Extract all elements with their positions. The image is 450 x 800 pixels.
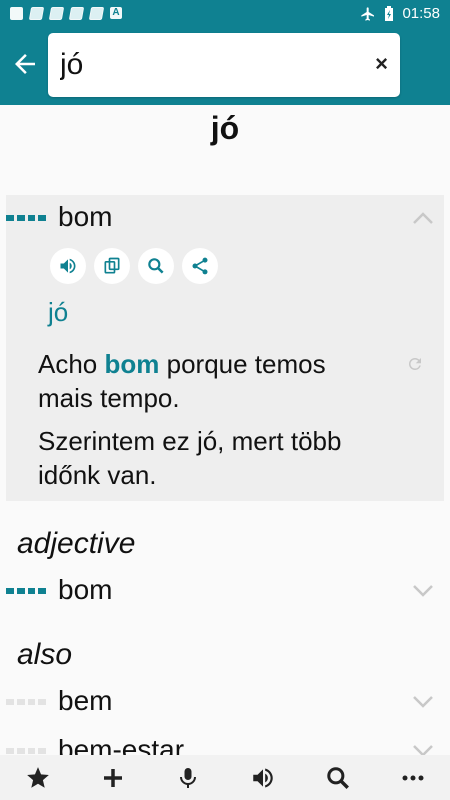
example-text-pre: Acho: [38, 349, 105, 379]
entry-word[interactable]: bom: [58, 201, 112, 233]
microphone-icon: [179, 767, 196, 788]
book-icon: [48, 7, 65, 20]
pronounce-button[interactable]: [50, 248, 86, 284]
example-highlight: bom: [104, 349, 160, 379]
font-icon: A: [110, 7, 122, 19]
speaker-icon: [60, 258, 76, 274]
copy-button[interactable]: [94, 248, 130, 284]
chevron-down-icon[interactable]: [412, 584, 434, 598]
refresh-icon[interactable]: [406, 355, 424, 373]
battery-charging-icon: [385, 5, 394, 21]
pronounce-all-button[interactable]: [248, 763, 278, 793]
chevron-up-icon[interactable]: [412, 211, 434, 225]
frequency-indicator: [6, 748, 46, 754]
book-icon: [68, 7, 85, 20]
page-title: jó: [210, 110, 240, 146]
plus-icon: [103, 768, 122, 787]
frequency-indicator: [6, 699, 46, 705]
airplane-icon: [361, 6, 375, 21]
status-bar: A 01:58: [0, 0, 450, 27]
book-icon: [88, 7, 105, 20]
clear-icon[interactable]: ×: [375, 51, 388, 77]
search-icon: [148, 258, 164, 274]
bottom-toolbar: [0, 755, 450, 800]
entry-actions: [50, 248, 218, 284]
example-translation: Szerintem ez jó, mert több időnk van.: [38, 426, 342, 490]
copy-icon: [104, 257, 120, 274]
back-arrow-icon[interactable]: [10, 49, 40, 79]
search-box[interactable]: ×: [48, 33, 400, 97]
search-entry-button[interactable]: [138, 248, 174, 284]
book-icon: [28, 7, 45, 20]
list-item-word[interactable]: bem: [58, 685, 112, 717]
status-time: 01:58: [402, 5, 440, 22]
chevron-down-icon[interactable]: [412, 695, 434, 709]
favorites-button[interactable]: [23, 763, 53, 793]
voice-input-button[interactable]: [173, 763, 203, 793]
search-button[interactable]: [323, 763, 353, 793]
speaker-icon: [252, 767, 273, 788]
more-icon: [402, 775, 423, 780]
app-bar: ×: [0, 27, 450, 105]
notification-icons: A: [10, 7, 122, 20]
list-item-word[interactable]: bom: [58, 574, 112, 606]
image-icon: [10, 7, 23, 20]
frequency-indicator: [6, 588, 46, 594]
more-button[interactable]: [398, 763, 428, 793]
section-heading-also: also: [17, 638, 73, 671]
example-sentence: Acho bom porque temos mais tempo.: [38, 347, 368, 415]
star-icon: [26, 766, 49, 788]
search-icon: [326, 766, 349, 789]
frequency-indicator: [6, 215, 46, 221]
search-input[interactable]: [58, 45, 362, 85]
share-icon: [192, 257, 208, 275]
share-button[interactable]: [182, 248, 218, 284]
entry-translation[interactable]: jó: [48, 297, 68, 328]
add-button[interactable]: [98, 763, 128, 793]
section-heading-adjective: adjective: [17, 527, 136, 560]
